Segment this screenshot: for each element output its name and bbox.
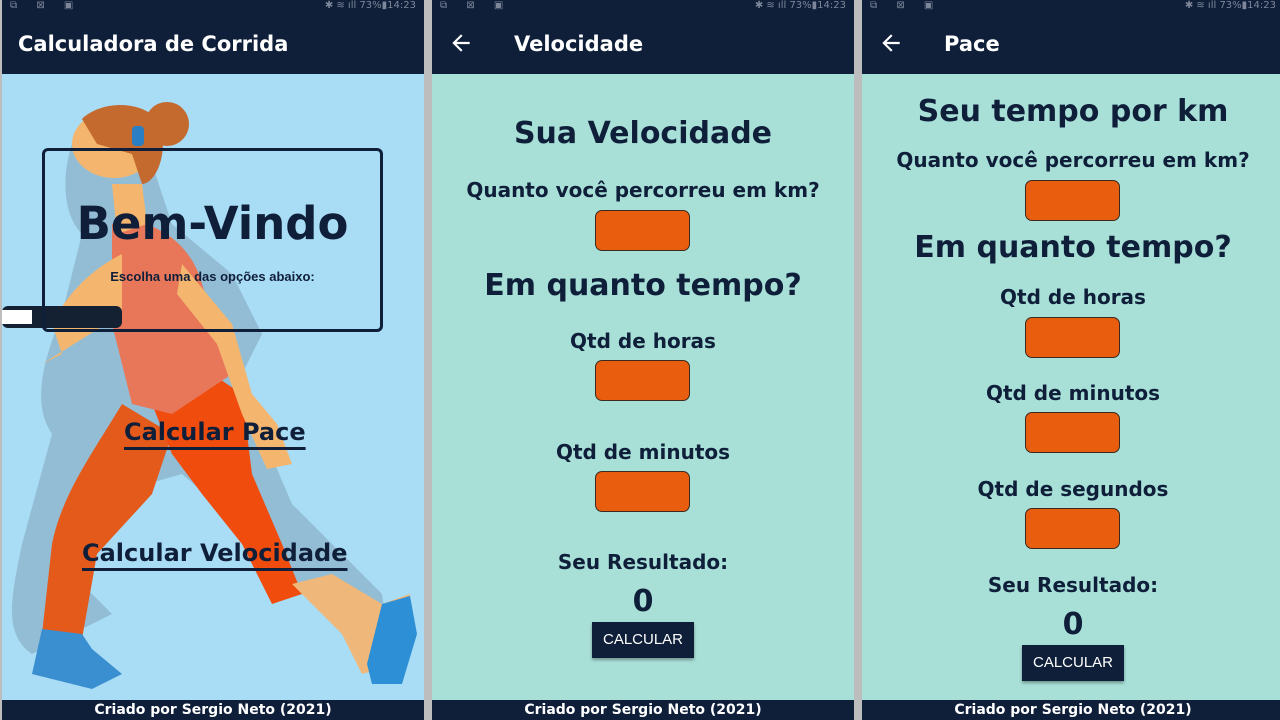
minutes-label: Qtd de minutos (985, 381, 1161, 405)
notification-icons: ⧉ ⊠ ▣ (870, 0, 942, 11)
minutes-input[interactable] (595, 471, 690, 512)
hours-label: Qtd de horas (1000, 285, 1146, 309)
app-bar: Pace (862, 12, 1280, 74)
status-indicators: ✱ ≋ ıll 73%▮14:23 (324, 0, 416, 11)
screenshot-collage: ⧉ ⊠ ▣ ✱ ≋ ıll 73%▮14:23 Calculadora de C… (0, 0, 1280, 720)
home-content: Bem-Vindo Escolha uma das opções abaixo:… (2, 74, 424, 700)
welcome-card: Bem-Vindo Escolha uma das opções abaixo: (42, 148, 383, 332)
hours-label: Qtd de horas (570, 329, 716, 353)
hours-input[interactable] (595, 360, 690, 401)
time-heading: Em quanto tempo? (914, 230, 1232, 265)
distance-input[interactable] (595, 210, 690, 251)
minutes-input[interactable] (1025, 412, 1120, 453)
result-label: Seu Resultado: (557, 550, 729, 574)
calcular-button[interactable]: CALCULAR (592, 622, 694, 658)
seconds-input[interactable] (1025, 508, 1120, 549)
footer-credit: Criado por Sergio Neto (2021) (862, 700, 1280, 720)
back-arrow-icon[interactable] (878, 30, 904, 56)
back-arrow-icon[interactable] (448, 30, 474, 56)
notification-icons: ⧉ ⊠ ▣ (10, 0, 82, 11)
distance-label: Quanto você percorreu em km? (896, 148, 1250, 172)
calcular-button[interactable]: CALCULAR (1022, 645, 1124, 681)
seconds-label: Qtd de segundos (977, 477, 1169, 501)
footer-credit: Criado por Sergio Neto (2021) (2, 700, 424, 720)
welcome-title: Bem-Vindo (76, 197, 349, 250)
result-value: 0 (1062, 607, 1084, 642)
status-indicators: ✱ ≋ ıll 73%▮14:23 (1184, 0, 1276, 11)
distance-input[interactable] (1025, 180, 1120, 221)
time-heading: Em quanto tempo? (484, 268, 802, 303)
minutes-label: Qtd de minutos (555, 440, 731, 464)
speed-content: Sua Velocidade Quanto você percorreu em … (432, 74, 854, 700)
pace-content: Seu tempo por km Quanto você percorreu e… (862, 74, 1280, 700)
calcular-velocidade-link[interactable]: Calcular Velocidade (82, 539, 348, 567)
app-bar: Calculadora de Corrida (2, 12, 424, 74)
home-screen: ⧉ ⊠ ▣ ✱ ≋ ıll 73%▮14:23 Calculadora de C… (2, 0, 424, 720)
speed-heading: Sua Velocidade (513, 116, 773, 151)
welcome-subtitle: Escolha uma das opções abaixo: (110, 269, 315, 284)
result-label: Seu Resultado: (987, 573, 1159, 597)
pace-heading: Seu tempo por km (917, 94, 1229, 129)
footer-credit: Criado por Sergio Neto (2021) (432, 700, 854, 720)
hours-input[interactable] (1025, 317, 1120, 358)
status-bar: ⧉ ⊠ ▣ ✱ ≋ ıll 73%▮14:23 (432, 0, 854, 12)
screen-title: Velocidade (514, 32, 644, 56)
app-title: Calculadora de Corrida (18, 32, 289, 56)
result-value: 0 (632, 584, 654, 619)
status-bar: ⧉ ⊠ ▣ ✱ ≋ ıll 73%▮14:23 (2, 0, 424, 12)
status-indicators: ✱ ≋ ıll 73%▮14:23 (754, 0, 846, 11)
screen-title: Pace (944, 32, 1000, 56)
app-bar: Velocidade (432, 12, 854, 74)
distance-label: Quanto você percorreu em km? (466, 178, 820, 202)
calcular-pace-link[interactable]: Calcular Pace (124, 418, 306, 446)
notification-icons: ⧉ ⊠ ▣ (440, 0, 512, 11)
pace-screen: ⧉ ⊠ ▣ ✱ ≋ ıll 73%▮14:23 Pace Seu tempo p… (862, 0, 1280, 720)
status-bar: ⧉ ⊠ ▣ ✱ ≋ ıll 73%▮14:23 (862, 0, 1280, 12)
speed-screen: ⧉ ⊠ ▣ ✱ ≋ ıll 73%▮14:23 Velocidade Sua V… (432, 0, 854, 720)
